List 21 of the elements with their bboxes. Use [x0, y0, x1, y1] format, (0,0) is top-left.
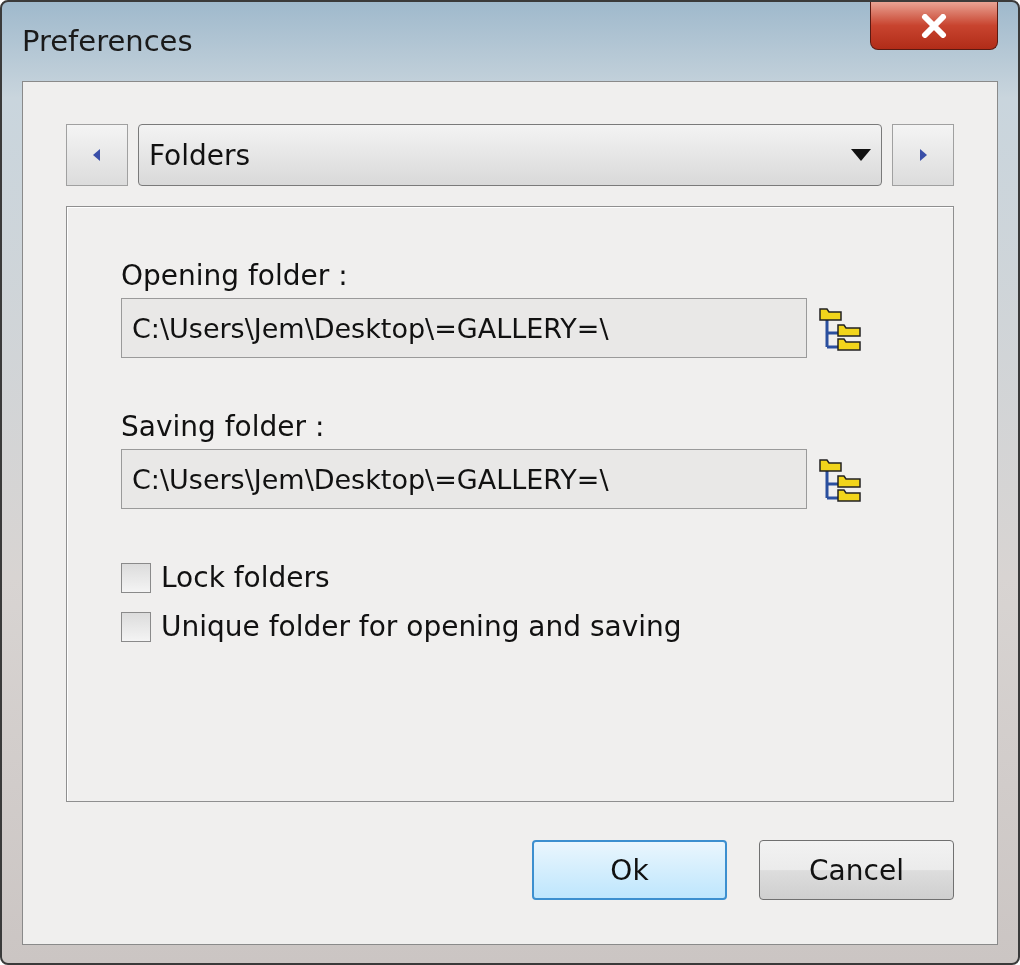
close-icon: [921, 13, 947, 38]
field-label: Opening folder :: [121, 259, 349, 292]
field-label: Saving folder :: [121, 410, 326, 443]
folder-path-field[interactable]: C:\Users\Jem\Desktop\=GALLERY=\: [121, 449, 807, 509]
ok-button[interactable]: Ok: [532, 840, 727, 900]
checkbox-label: Lock folders: [161, 561, 330, 594]
window-title: Preferences: [22, 24, 193, 58]
next-button[interactable]: [892, 124, 954, 186]
page-dropdown[interactable]: Folders: [138, 124, 882, 186]
folder-tree-icon[interactable]: [819, 456, 863, 502]
checkbox-label: Unique folder for opening and saving: [161, 610, 682, 643]
dropdown-caret-icon: [851, 149, 871, 161]
checkbox[interactable]: [121, 562, 151, 593]
folder-tree-icon[interactable]: [819, 305, 863, 351]
right-arrow-icon: [919, 149, 927, 161]
checkbox[interactable]: [121, 611, 151, 642]
close-button[interactable]: [870, 2, 998, 50]
previous-button[interactable]: [66, 124, 128, 186]
folder-path-field[interactable]: C:\Users\Jem\Desktop\=GALLERY=\: [121, 298, 807, 358]
cancel-button[interactable]: Cancel: [759, 840, 954, 900]
left-arrow-icon: [93, 149, 101, 161]
